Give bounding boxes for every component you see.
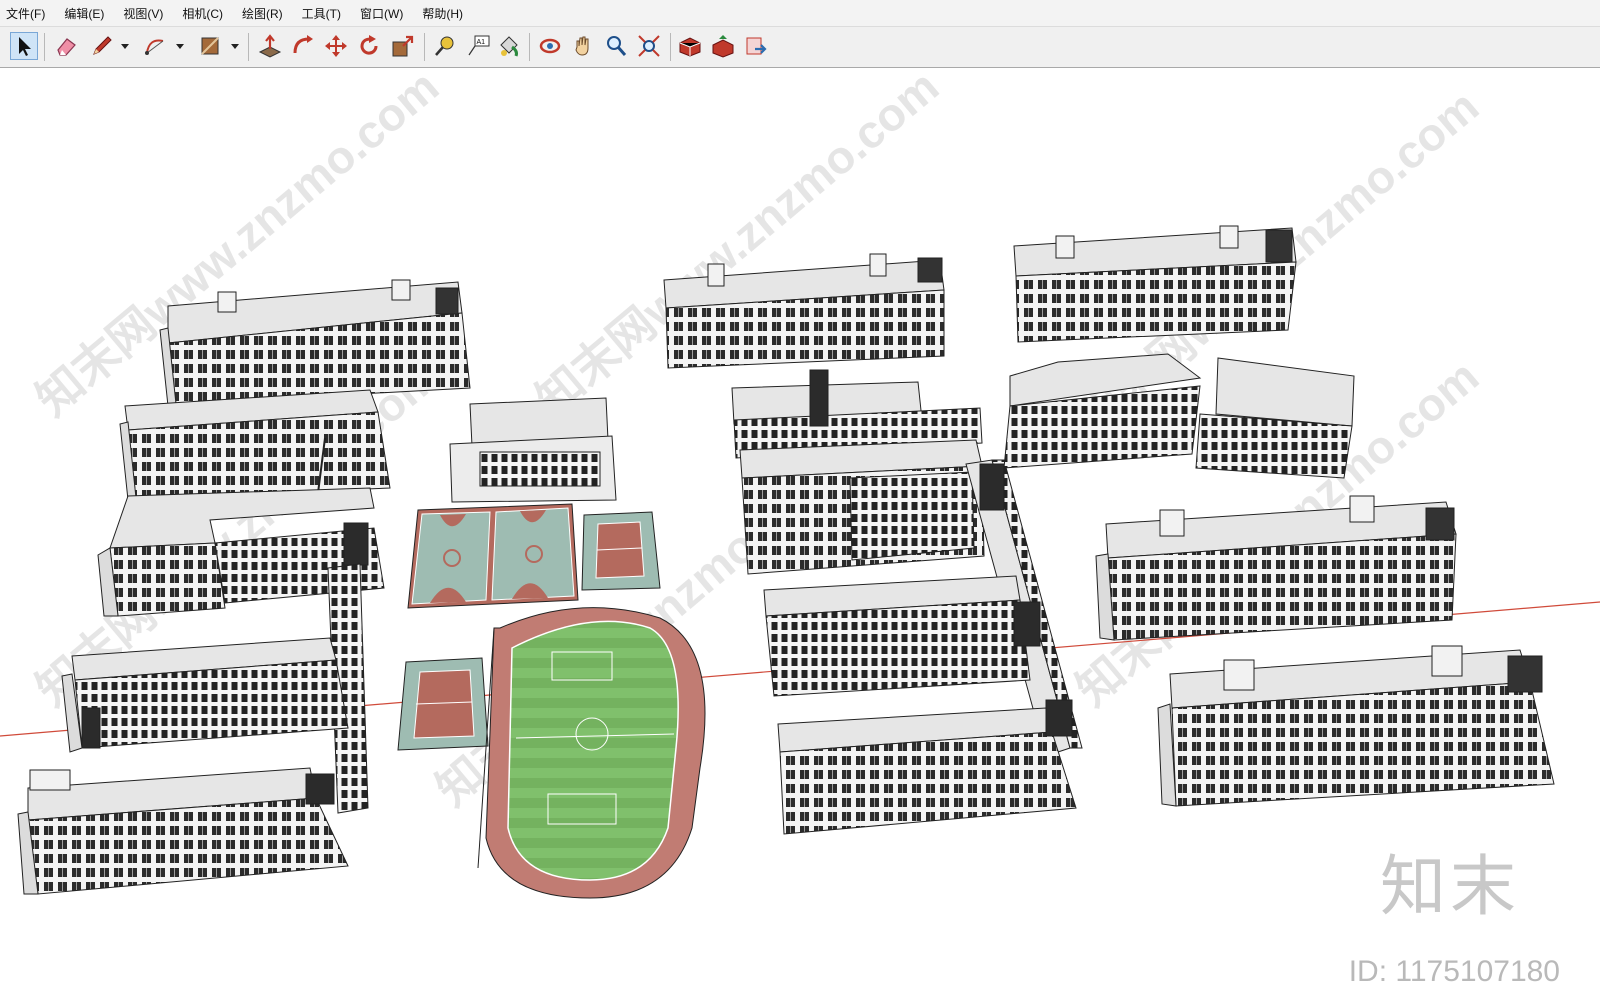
scale-icon: [392, 35, 414, 57]
warehouse-icon: [679, 37, 701, 57]
menu-draw[interactable]: 绘图(R): [240, 3, 285, 24]
push-pull-tool-button[interactable]: [256, 32, 284, 60]
menu-file[interactable]: 文件(F): [4, 3, 47, 24]
building[interactable]: [17, 767, 349, 895]
building[interactable]: [663, 253, 945, 369]
basketball-court[interactable]: [407, 503, 579, 609]
tape-measure-icon: [435, 36, 454, 56]
zoom-icon: [607, 36, 627, 56]
tennis-court[interactable]: [397, 657, 489, 751]
campus-model-scene: [0, 225, 1600, 899]
building[interactable]: [119, 389, 391, 501]
paint-bucket-tool-button[interactable]: [495, 32, 523, 60]
auditorium[interactable]: [1003, 353, 1355, 479]
menu-help[interactable]: 帮助(H): [420, 3, 465, 24]
building[interactable]: [739, 439, 1083, 835]
follow-me-tool-button[interactable]: [289, 32, 317, 60]
toolbar: A1: [0, 26, 1600, 68]
zoom-extents-tool-button[interactable]: [635, 32, 663, 60]
zoom-extents-icon: [638, 35, 660, 57]
extension-icon: [746, 37, 767, 55]
rectangle-dropdown-icon[interactable]: [230, 39, 240, 53]
text-tool-button[interactable]: A1: [464, 32, 492, 60]
tennis-court[interactable]: [581, 511, 661, 591]
toolbar-separator: [424, 33, 425, 61]
menu-edit[interactable]: 编辑(E): [62, 3, 106, 24]
select-tool-button[interactable]: [10, 32, 38, 60]
toolbar-separator: [248, 33, 249, 61]
rotate-icon: [360, 35, 378, 55]
building[interactable]: [159, 279, 471, 407]
football-field[interactable]: [507, 620, 679, 881]
arc-dropdown-icon[interactable]: [175, 39, 185, 53]
orbit-icon: [539, 38, 561, 54]
menu-window[interactable]: 窗口(W): [358, 3, 405, 24]
scale-tool-button[interactable]: [389, 32, 417, 60]
running-track[interactable]: [477, 607, 706, 899]
pencil-dropdown-icon[interactable]: [120, 39, 130, 53]
text-tool-label: A1: [477, 39, 486, 46]
toolbar-separator: [529, 33, 530, 61]
menu-tools[interactable]: 工具(T): [300, 3, 343, 24]
arc-tool-button[interactable]: [141, 32, 169, 60]
toolbar-separator: [44, 33, 45, 61]
follow-me-icon: [293, 35, 313, 54]
menu-camera[interactable]: 相机(C): [180, 3, 225, 24]
rectangle-icon: [201, 37, 219, 55]
move-icon: [325, 35, 347, 57]
eraser-tool-button[interactable]: [52, 32, 80, 60]
share-model-icon: [712, 35, 734, 58]
warehouse-tool-button[interactable]: [676, 32, 704, 60]
pencil-icon: [93, 36, 112, 55]
rectangle-tool-button[interactable]: [196, 32, 224, 60]
pan-tool-button[interactable]: [569, 32, 597, 60]
paint-bucket-icon: [500, 36, 518, 57]
push-pull-icon: [258, 34, 282, 58]
building[interactable]: [61, 637, 349, 753]
toolbar-separator: [670, 33, 671, 61]
zoom-tool-button[interactable]: [602, 32, 630, 60]
rotate-tool-button[interactable]: [355, 32, 383, 60]
text-icon: A1: [468, 35, 490, 56]
pan-icon: [575, 36, 589, 56]
eraser-icon: [57, 38, 76, 56]
building[interactable]: [1157, 645, 1555, 807]
menu-view[interactable]: 视图(V): [121, 3, 165, 24]
extension-tool-button[interactable]: [742, 32, 770, 60]
arc-icon: [145, 39, 164, 55]
model-viewport[interactable]: 知末网www.znzmo.com 知末网www.znzmo.com 知末网www…: [0, 68, 1600, 1007]
menu-bar: 文件(F) 编辑(E) 视图(V) 相机(C) 绘图(R) 工具(T) 窗口(W…: [0, 0, 1600, 26]
pencil-tool-button[interactable]: [88, 32, 116, 60]
share-model-tool-button[interactable]: [709, 32, 737, 60]
building[interactable]: [1095, 495, 1457, 641]
move-tool-button[interactable]: [322, 32, 350, 60]
brand-logo-text: 知末: [1380, 848, 1520, 925]
building[interactable]: [1013, 225, 1297, 343]
orbit-tool-button[interactable]: [536, 32, 564, 60]
gymnasium[interactable]: [449, 397, 617, 503]
select-icon: [19, 37, 31, 56]
tape-measure-tool-button[interactable]: [431, 32, 459, 60]
image-id-label: ID: 1175107180: [1348, 955, 1560, 988]
